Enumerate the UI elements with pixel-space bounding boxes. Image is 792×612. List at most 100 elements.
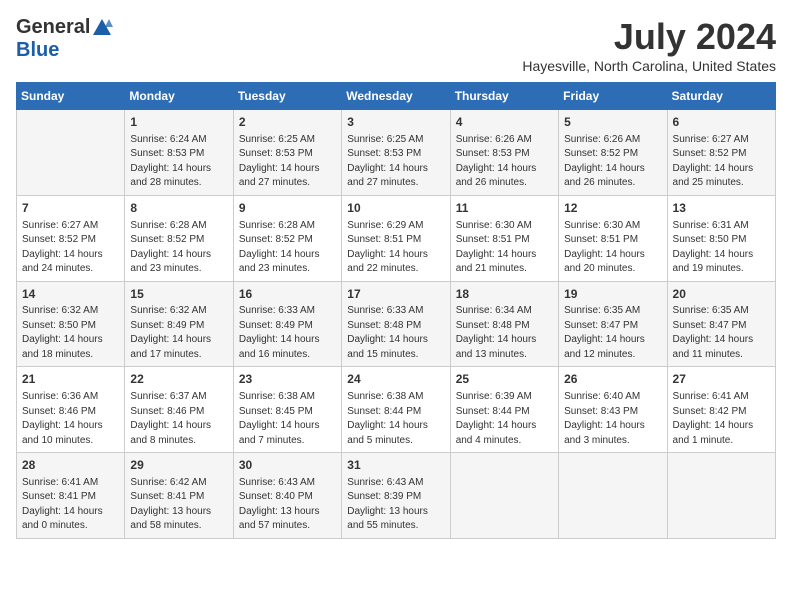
day-header-saturday: Saturday [667, 83, 775, 110]
calendar-cell: 31 Sunrise: 6:43 AMSunset: 8:39 PMDayligh… [342, 453, 450, 539]
calendar-cell: 15Sunrise: 6:32 AMSunset: 8:49 PMDayligh… [125, 281, 233, 367]
day-number: 22 [130, 371, 227, 388]
day-info: Sunrise: 6:32 AMSunset: 8:49 PMDaylight:… [130, 304, 227, 362]
week-row-2: 7 Sunrise: 6:27 AMSunset: 8:52 PMDaylight… [17, 195, 776, 281]
calendar-cell: 30Sunrise: 6:43 AMSunset: 8:40 PMDayligh… [233, 453, 341, 539]
day-number: 29 [130, 457, 227, 474]
logo-blue: Blue [16, 39, 59, 61]
calendar-cell: 11Sunrise: 6:30 AMSunset: 8:51 PMDayligh… [450, 195, 558, 281]
calendar-cell: 8 Sunrise: 6:28 AMSunset: 8:52 PMDaylight… [125, 195, 233, 281]
day-info: Sunrise: 6:28 AMSunset: 8:52 PMDaylight:… [239, 219, 336, 277]
day-info: Sunrise: 6:43 AMSunset: 8:40 PMDaylight:… [239, 476, 336, 534]
calendar-cell: 22 Sunrise: 6:37 AMSunset: 8:46 PMDayligh… [125, 367, 233, 453]
day-number: 11 [456, 200, 553, 217]
month-year: July 2024 [522, 16, 776, 58]
calendar-cell: 10 Sunrise: 6:29 AMSunset: 8:51 PMDayligh… [342, 195, 450, 281]
calendar-cell: 21 Sunrise: 6:36 AMSunset: 8:46 PMDayligh… [17, 367, 125, 453]
day-number: 17 [347, 286, 444, 303]
calendar-cell [450, 453, 558, 539]
calendar-cell: 4Sunrise: 6:26 AMSunset: 8:53 PMDaylight… [450, 110, 558, 196]
week-row-3: 14Sunrise: 6:32 AMSunset: 8:50 PMDayligh… [17, 281, 776, 367]
day-info: Sunrise: 6:41 AMSunset: 8:41 PMDaylight:… [22, 476, 119, 534]
logo: General Blue [16, 16, 114, 62]
logo-general: General [16, 16, 90, 38]
calendar-cell: 7 Sunrise: 6:27 AMSunset: 8:52 PMDaylight… [17, 195, 125, 281]
day-info: Sunrise: 6:38 AMSunset: 8:45 PMDaylight:… [239, 390, 336, 448]
calendar-cell: 6 Sunrise: 6:27 AMSunset: 8:52 PMDaylight… [667, 110, 775, 196]
calendar-cell: 23 Sunrise: 6:38 AMSunset: 8:45 PMDayligh… [233, 367, 341, 453]
calendar-cell [17, 110, 125, 196]
day-info: Sunrise: 6:37 AMSunset: 8:46 PMDaylight:… [130, 390, 227, 448]
day-header-sunday: Sunday [17, 83, 125, 110]
day-info: Sunrise: 6:27 AMSunset: 8:52 PMDaylight:… [22, 219, 119, 277]
day-info: Sunrise: 6:28 AMSunset: 8:52 PMDaylight:… [130, 219, 227, 277]
day-number: 24 [347, 371, 444, 388]
location: Hayesville, North Carolina, United State… [522, 58, 776, 74]
page-header: General Blue July 2024 Hayesville, North… [16, 16, 776, 74]
calendar-cell: 3Sunrise: 6:25 AMSunset: 8:53 PMDaylight… [342, 110, 450, 196]
day-info: Sunrise: 6:43 AMSunset: 8:39 PMDaylight:… [347, 476, 444, 534]
day-number: 2 [239, 114, 336, 131]
title-block: July 2024 Hayesville, North Carolina, Un… [522, 16, 776, 74]
day-number: 20 [673, 286, 770, 303]
calendar-cell: 25Sunrise: 6:39 AMSunset: 8:44 PMDayligh… [450, 367, 558, 453]
day-number: 12 [564, 200, 661, 217]
day-number: 6 [673, 114, 770, 131]
day-number: 9 [239, 200, 336, 217]
day-number: 19 [564, 286, 661, 303]
day-number: 16 [239, 286, 336, 303]
calendar-cell: 2 Sunrise: 6:25 AMSunset: 8:53 PMDaylight… [233, 110, 341, 196]
calendar-cell [559, 453, 667, 539]
day-info: Sunrise: 6:36 AMSunset: 8:46 PMDaylight:… [22, 390, 119, 448]
day-info: Sunrise: 6:33 AMSunset: 8:49 PMDaylight:… [239, 304, 336, 362]
week-row-1: 1Sunrise: 6:24 AMSunset: 8:53 PMDaylight… [17, 110, 776, 196]
day-info: Sunrise: 6:42 AMSunset: 8:41 PMDaylight:… [130, 476, 227, 534]
day-info: Sunrise: 6:40 AMSunset: 8:43 PMDaylight:… [564, 390, 661, 448]
day-info: Sunrise: 6:33 AMSunset: 8:48 PMDaylight:… [347, 304, 444, 362]
day-number: 8 [130, 200, 227, 217]
calendar-cell: 14Sunrise: 6:32 AMSunset: 8:50 PMDayligh… [17, 281, 125, 367]
calendar-cell: 1Sunrise: 6:24 AMSunset: 8:53 PMDaylight… [125, 110, 233, 196]
day-info: Sunrise: 6:31 AMSunset: 8:50 PMDaylight:… [673, 219, 770, 277]
day-info: Sunrise: 6:26 AMSunset: 8:52 PMDaylight:… [564, 133, 661, 191]
logo-text: General [16, 16, 114, 39]
day-number: 25 [456, 371, 553, 388]
calendar-cell: 17Sunrise: 6:33 AMSunset: 8:48 PMDayligh… [342, 281, 450, 367]
day-number: 27 [673, 371, 770, 388]
day-header-wednesday: Wednesday [342, 83, 450, 110]
day-number: 21 [22, 371, 119, 388]
day-info: Sunrise: 6:35 AMSunset: 8:47 PMDaylight:… [673, 304, 770, 362]
day-info: Sunrise: 6:25 AMSunset: 8:53 PMDaylight:… [347, 133, 444, 191]
calendar-cell: 16Sunrise: 6:33 AMSunset: 8:49 PMDayligh… [233, 281, 341, 367]
day-number: 31 [347, 457, 444, 474]
day-number: 13 [673, 200, 770, 217]
calendar-cell: 18Sunrise: 6:34 AMSunset: 8:48 PMDayligh… [450, 281, 558, 367]
header-row: SundayMondayTuesdayWednesdayThursdayFrid… [17, 83, 776, 110]
day-info: Sunrise: 6:38 AMSunset: 8:44 PMDaylight:… [347, 390, 444, 448]
day-info: Sunrise: 6:24 AMSunset: 8:53 PMDaylight:… [130, 133, 227, 191]
day-info: Sunrise: 6:27 AMSunset: 8:52 PMDaylight:… [673, 133, 770, 191]
day-header-friday: Friday [559, 83, 667, 110]
calendar-cell: 27 Sunrise: 6:41 AMSunset: 8:42 PMDayligh… [667, 367, 775, 453]
calendar-cell: 24 Sunrise: 6:38 AMSunset: 8:44 PMDayligh… [342, 367, 450, 453]
day-info: Sunrise: 6:32 AMSunset: 8:50 PMDaylight:… [22, 304, 119, 362]
day-number: 14 [22, 286, 119, 303]
calendar-cell: 26 Sunrise: 6:40 AMSunset: 8:43 PMDayligh… [559, 367, 667, 453]
calendar-table: SundayMondayTuesdayWednesdayThursdayFrid… [16, 82, 776, 539]
day-info: Sunrise: 6:41 AMSunset: 8:42 PMDaylight:… [673, 390, 770, 448]
day-number: 10 [347, 200, 444, 217]
week-row-4: 21 Sunrise: 6:36 AMSunset: 8:46 PMDayligh… [17, 367, 776, 453]
logo-icon [91, 17, 113, 39]
day-info: Sunrise: 6:25 AMSunset: 8:53 PMDaylight:… [239, 133, 336, 191]
day-header-tuesday: Tuesday [233, 83, 341, 110]
calendar-cell: 12 Sunrise: 6:30 AMSunset: 8:51 PMDayligh… [559, 195, 667, 281]
day-number: 23 [239, 371, 336, 388]
day-number: 26 [564, 371, 661, 388]
calendar-cell: 20Sunrise: 6:35 AMSunset: 8:47 PMDayligh… [667, 281, 775, 367]
day-info: Sunrise: 6:26 AMSunset: 8:53 PMDaylight:… [456, 133, 553, 191]
day-info: Sunrise: 6:30 AMSunset: 8:51 PMDaylight:… [564, 219, 661, 277]
day-number: 7 [22, 200, 119, 217]
calendar-cell: 5 Sunrise: 6:26 AMSunset: 8:52 PMDaylight… [559, 110, 667, 196]
day-info: Sunrise: 6:29 AMSunset: 8:51 PMDaylight:… [347, 219, 444, 277]
day-number: 5 [564, 114, 661, 131]
